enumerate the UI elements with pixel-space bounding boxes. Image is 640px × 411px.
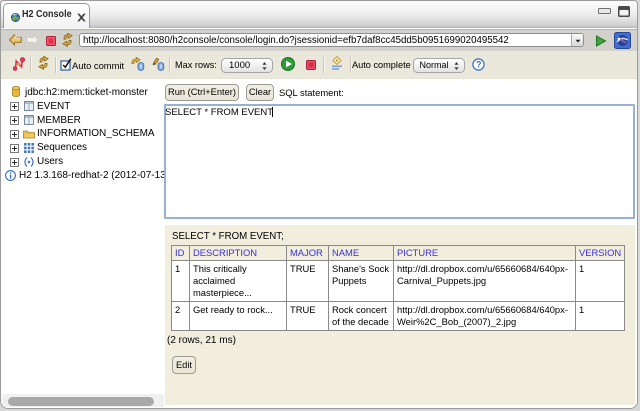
svg-text:?: ?: [476, 60, 482, 70]
